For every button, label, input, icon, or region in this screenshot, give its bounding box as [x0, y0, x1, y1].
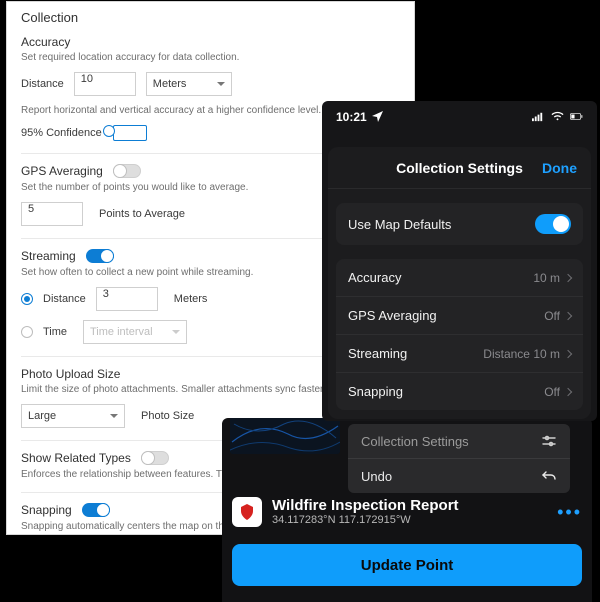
photo-size-value: Large — [28, 410, 56, 422]
photo-size-select[interactable]: Large — [21, 404, 125, 428]
undo-label: Undo — [361, 469, 392, 484]
chevron-down-icon — [110, 414, 118, 418]
accuracy-unit-select[interactable]: Meters — [146, 72, 232, 96]
chevron-right-icon — [564, 387, 572, 395]
gps-points-input[interactable]: 5 — [21, 202, 83, 226]
status-bar: 10:21 — [322, 101, 597, 125]
snapping-label: Snapping — [348, 384, 403, 399]
use-map-defaults-toggle[interactable] — [535, 214, 571, 234]
photo-size-label: Photo Size — [141, 410, 194, 422]
chevron-right-icon — [564, 349, 572, 357]
streaming-distance-radio[interactable] — [21, 293, 33, 305]
confidence-toggle[interactable] — [113, 125, 147, 141]
accuracy-description: Set required location accuracy for data … — [21, 52, 400, 63]
streaming-label: Streaming — [348, 346, 407, 361]
map-thumbnail — [230, 418, 340, 454]
settings-row-streaming[interactable]: Streaming Distance 10 m — [336, 334, 583, 372]
update-point-button[interactable]: Update Point — [232, 544, 582, 586]
settings-row-gps-averaging[interactable]: GPS Averaging Off — [336, 296, 583, 334]
gps-value: Off — [544, 309, 560, 323]
done-button[interactable]: Done — [542, 160, 577, 176]
chevron-down-icon — [172, 330, 180, 334]
wifi-icon — [551, 110, 564, 123]
streaming-time-select[interactable]: Time interval — [83, 320, 187, 344]
accuracy-heading: Accuracy — [21, 35, 400, 49]
context-menu: Collection Settings Undo — [348, 424, 570, 493]
feature-overflow-button[interactable]: ••• — [557, 502, 582, 523]
gps-averaging-heading: GPS Averaging — [21, 164, 103, 178]
settings-row-snapping[interactable]: Snapping Off — [336, 372, 583, 410]
context-menu-header: Collection Settings — [348, 424, 570, 458]
gps-points-label: Points to Average — [99, 208, 185, 220]
accuracy-value: 10 m — [533, 271, 560, 285]
sheet-header: Collection Settings Done — [328, 147, 591, 189]
chevron-right-icon — [564, 273, 572, 281]
streaming-distance-label: Distance — [43, 293, 86, 305]
phone-feature-panel: Collection Settings Undo Wildfire Inspec… — [222, 418, 592, 602]
use-map-defaults-label: Use Map Defaults — [348, 217, 451, 232]
feature-coordinates: 34.117283°N 117.172915°W — [272, 514, 459, 526]
streaming-distance-input[interactable]: 3 — [96, 287, 158, 311]
feature-header: Wildfire Inspection Report 34.117283°N 1… — [232, 492, 582, 532]
snapping-toggle[interactable] — [82, 503, 110, 517]
chevron-right-icon — [564, 311, 572, 319]
snapping-heading: Snapping — [21, 503, 72, 517]
streaming-distance-unit: Meters — [174, 293, 208, 305]
sliders-icon — [541, 433, 557, 449]
use-map-defaults-row[interactable]: Use Map Defaults — [336, 203, 583, 245]
location-arrow-icon — [371, 110, 384, 123]
feature-type-icon — [232, 497, 262, 527]
cellular-icon — [532, 110, 545, 123]
accuracy-distance-label: Distance — [21, 78, 64, 90]
sheet-title: Collection Settings — [396, 160, 523, 176]
settings-row-accuracy[interactable]: Accuracy 10 m — [336, 259, 583, 296]
feature-title: Wildfire Inspection Report — [272, 498, 459, 515]
streaming-time-radio[interactable] — [21, 326, 33, 338]
streaming-heading: Streaming — [21, 249, 76, 263]
related-types-toggle[interactable] — [141, 451, 169, 465]
gps-label: GPS Averaging — [348, 308, 437, 323]
context-menu-undo[interactable]: Undo — [348, 458, 570, 493]
context-menu-title: Collection Settings — [361, 434, 469, 449]
accuracy-distance-input[interactable]: 10 — [74, 72, 136, 96]
snapping-value: Off — [544, 385, 560, 399]
chevron-down-icon — [217, 82, 225, 86]
accuracy-label: Accuracy — [348, 270, 401, 285]
accuracy-unit-value: Meters — [153, 78, 187, 90]
streaming-value: Distance 10 m — [483, 347, 560, 361]
streaming-time-placeholder: Time interval — [90, 326, 153, 338]
confidence-label: 95% Confidence — [21, 127, 103, 139]
gps-averaging-toggle[interactable] — [113, 164, 141, 178]
streaming-toggle[interactable] — [86, 249, 114, 263]
undo-icon — [541, 468, 557, 484]
related-types-heading: Show Related Types — [21, 451, 131, 465]
phone-settings-sheet: 10:21 Collection Settings Done Use Map D… — [322, 101, 597, 421]
streaming-time-label: Time — [43, 326, 73, 338]
battery-icon — [570, 110, 583, 123]
panel-title: Collection — [21, 10, 400, 25]
status-time: 10:21 — [336, 110, 367, 124]
